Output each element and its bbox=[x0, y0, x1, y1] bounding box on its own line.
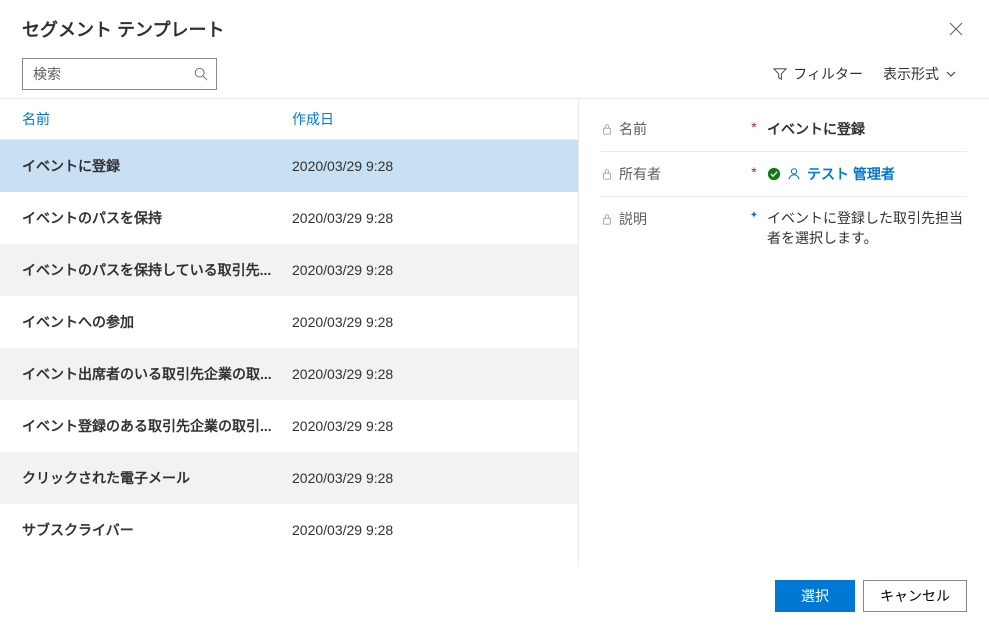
list-rows: イベントに登録2020/03/29 9:28イベントのパスを保持2020/03/… bbox=[0, 140, 578, 566]
required-marker: * bbox=[749, 119, 759, 135]
detail-value-description: イベントに登録した取引先担当者を選択します。 bbox=[767, 209, 967, 248]
dialog-title: セグメント テンプレート bbox=[22, 16, 224, 42]
row-name: イベントへの参加 bbox=[22, 312, 292, 332]
filter-label: フィルター bbox=[793, 64, 863, 84]
select-button[interactable]: 選択 bbox=[775, 580, 855, 612]
detail-field-owner: 所有者 * テスト 管理者 bbox=[601, 152, 967, 197]
display-mode-label: 表示形式 bbox=[883, 64, 939, 84]
table-row[interactable]: イベントのパスを保持2020/03/29 9:28 bbox=[0, 192, 578, 244]
search-icon bbox=[194, 67, 208, 81]
row-name: イベント登録のある取引先企業の取引... bbox=[22, 416, 292, 436]
row-created: 2020/03/29 9:28 bbox=[292, 366, 556, 382]
lock-icon bbox=[601, 168, 613, 180]
detail-value-owner[interactable]: テスト 管理者 bbox=[767, 164, 967, 184]
table-row[interactable]: イベントへの参加2020/03/29 9:28 bbox=[0, 296, 578, 348]
dialog-header: セグメント テンプレート bbox=[0, 0, 989, 50]
segment-template-dialog: セグメント テンプレート フィルター 表示形式 bbox=[0, 0, 989, 626]
row-name: イベントに登録 bbox=[22, 156, 292, 176]
close-icon bbox=[949, 22, 963, 36]
filter-icon bbox=[773, 67, 787, 81]
row-name: クリックされた電子メール bbox=[22, 468, 292, 488]
person-icon bbox=[787, 167, 801, 181]
detail-value-name: イベントに登録 bbox=[767, 119, 967, 139]
row-created: 2020/03/29 9:28 bbox=[292, 314, 556, 330]
owner-link[interactable]: テスト 管理者 bbox=[807, 164, 895, 184]
row-created: 2020/03/29 9:28 bbox=[292, 522, 556, 538]
detail-label: 説明 bbox=[601, 209, 741, 229]
column-header-created[interactable]: 作成日 bbox=[292, 99, 556, 139]
row-created: 2020/03/29 9:28 bbox=[292, 210, 556, 226]
lock-icon bbox=[601, 213, 613, 225]
lock-icon bbox=[601, 123, 613, 135]
row-created: 2020/03/29 9:28 bbox=[292, 470, 556, 486]
table-row[interactable]: イベントに登録2020/03/29 9:28 bbox=[0, 140, 578, 192]
cancel-button[interactable]: キャンセル bbox=[863, 580, 967, 612]
detail-label-text: 所有者 bbox=[619, 164, 661, 184]
chevron-down-icon bbox=[945, 68, 957, 80]
display-mode-button[interactable]: 表示形式 bbox=[873, 60, 967, 88]
detail-label: 所有者 bbox=[601, 164, 741, 184]
filter-button[interactable]: フィルター bbox=[763, 60, 873, 88]
dialog-footer: 選択 キャンセル bbox=[0, 566, 989, 626]
search-input[interactable] bbox=[31, 65, 194, 83]
check-circle-icon bbox=[767, 167, 781, 181]
detail-field-description: 説明 ✦ イベントに登録した取引先担当者を選択します。 bbox=[601, 197, 967, 260]
template-list: 名前 作成日 イベントに登録2020/03/29 9:28イベントのパスを保持2… bbox=[0, 99, 579, 566]
table-row[interactable]: イベント出席者のいる取引先企業の取...2020/03/29 9:28 bbox=[0, 348, 578, 400]
table-row[interactable]: サブスクライバー2020/03/29 9:28 bbox=[0, 504, 578, 556]
row-created: 2020/03/29 9:28 bbox=[292, 158, 556, 174]
row-name: イベントのパスを保持している取引先... bbox=[22, 260, 292, 280]
detail-label-text: 名前 bbox=[619, 119, 647, 139]
recommended-marker: ✦ bbox=[749, 209, 759, 223]
row-created: 2020/03/29 9:28 bbox=[292, 418, 556, 434]
detail-label-text: 説明 bbox=[619, 209, 647, 229]
detail-pane: 名前 * イベントに登録 所有者 * bbox=[579, 99, 989, 566]
row-name: イベントのパスを保持 bbox=[22, 208, 292, 228]
search-box[interactable] bbox=[22, 58, 217, 90]
row-name: サブスクライバー bbox=[22, 520, 292, 540]
table-row[interactable]: クリックされた電子メール2020/03/29 9:28 bbox=[0, 452, 578, 504]
toolbar: フィルター 表示形式 bbox=[0, 50, 989, 99]
row-name: イベント出席者のいる取引先企業の取... bbox=[22, 364, 292, 384]
detail-field-name: 名前 * イベントに登録 bbox=[601, 107, 967, 152]
detail-label: 名前 bbox=[601, 119, 741, 139]
list-header: 名前 作成日 bbox=[0, 99, 578, 140]
table-row[interactable]: イベント登録のある取引先企業の取引...2020/03/29 9:28 bbox=[0, 400, 578, 452]
dialog-body: 名前 作成日 イベントに登録2020/03/29 9:28イベントのパスを保持2… bbox=[0, 99, 989, 566]
close-button[interactable] bbox=[945, 18, 967, 40]
column-header-name[interactable]: 名前 bbox=[22, 99, 292, 139]
row-created: 2020/03/29 9:28 bbox=[292, 262, 556, 278]
required-marker: * bbox=[749, 164, 759, 180]
table-row[interactable]: イベントのパスを保持している取引先...2020/03/29 9:28 bbox=[0, 244, 578, 296]
